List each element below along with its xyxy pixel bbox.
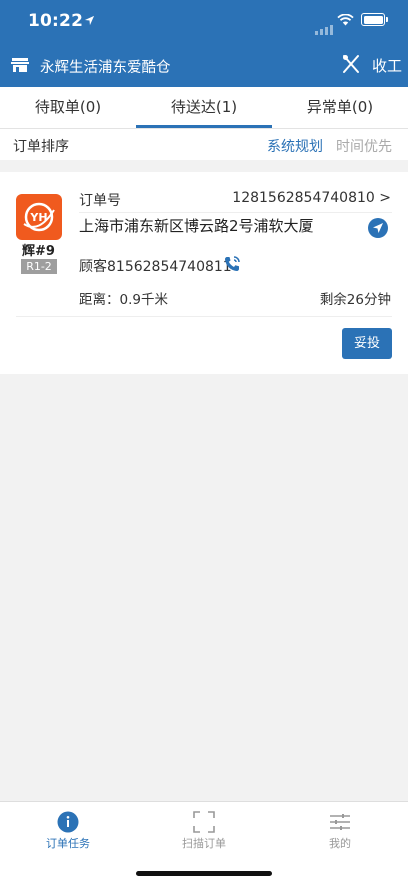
zone-badge: R1-2	[21, 259, 57, 274]
cellular-signal-icon	[315, 16, 335, 35]
order-sequence: 辉#9	[22, 244, 55, 259]
time-remaining: 剩余26分钟	[319, 292, 391, 308]
active-tab-indicator	[136, 125, 272, 128]
home-indicator	[136, 871, 272, 876]
order-number-label: 订单号	[79, 193, 121, 209]
order-card[interactable]: YH 辉#9 R1-2 订单号 1281562854740810 > 上海市浦东…	[0, 172, 408, 374]
store-icon	[11, 58, 29, 72]
wifi-icon	[337, 14, 354, 26]
navigation-arrow-icon	[373, 223, 383, 233]
phone-call-icon[interactable]	[223, 255, 241, 273]
navigate-button[interactable]	[368, 218, 388, 238]
status-time: 10:22	[28, 11, 84, 31]
scan-icon	[193, 811, 215, 833]
bottom-tab-bar: 订单任务 扫描订单 我的	[0, 801, 408, 884]
tab-pending-delivery[interactable]: 待送达(1)	[136, 87, 272, 128]
sort-bar: 订单排序 系统规划 时间优先	[0, 129, 408, 160]
utensils-icon[interactable]	[342, 54, 360, 74]
battery-tip	[386, 17, 388, 22]
tabbar-label: 扫描订单	[182, 837, 226, 850]
sort-label: 订单排序	[13, 139, 69, 155]
sort-option-system[interactable]: 系统规划	[267, 136, 323, 156]
tabbar-item-tasks[interactable]: 订单任务	[0, 802, 136, 862]
app-header: 10:22 永辉生活浦东爱酷仓 收工	[0, 0, 408, 87]
deliver-button[interactable]: 妥投	[342, 328, 392, 359]
store-name[interactable]: 永辉生活浦东爱酷仓	[40, 56, 171, 77]
finish-shift-button[interactable]: 收工	[372, 55, 402, 76]
tabbar-item-profile[interactable]: 我的	[272, 802, 408, 862]
divider	[16, 316, 392, 317]
delivery-distance: 距离：0.9千米	[79, 292, 168, 308]
tabbar-item-scan[interactable]: 扫描订单	[136, 802, 272, 862]
tabbar-label: 我的	[329, 837, 351, 850]
sort-option-time[interactable]: 时间优先	[336, 136, 392, 156]
order-number-link[interactable]: 1281562854740810 >	[232, 190, 391, 206]
tab-pending-pickup[interactable]: 待取单(0)	[0, 87, 136, 128]
delivery-address: 上海市浦东新区博云路2号浦软大厦	[79, 217, 314, 235]
customer-name: 顾客81562854740811	[79, 259, 232, 275]
tabbar-label: 订单任务	[46, 837, 90, 850]
store-logo: YH	[16, 194, 62, 240]
nav-bar: 永辉生活浦东爱酷仓 收工	[0, 44, 408, 87]
status-bar: 10:22	[0, 0, 408, 44]
info-icon	[57, 811, 79, 833]
location-arrow-icon	[84, 15, 95, 26]
logo-text: YH	[29, 211, 47, 224]
order-status-tabs: 待取单(0) 待送达(1) 异常单(0)	[0, 87, 408, 129]
battery-icon	[361, 13, 385, 26]
sliders-icon	[330, 814, 350, 830]
tab-exception[interactable]: 异常单(0)	[272, 87, 408, 128]
divider	[79, 212, 392, 213]
